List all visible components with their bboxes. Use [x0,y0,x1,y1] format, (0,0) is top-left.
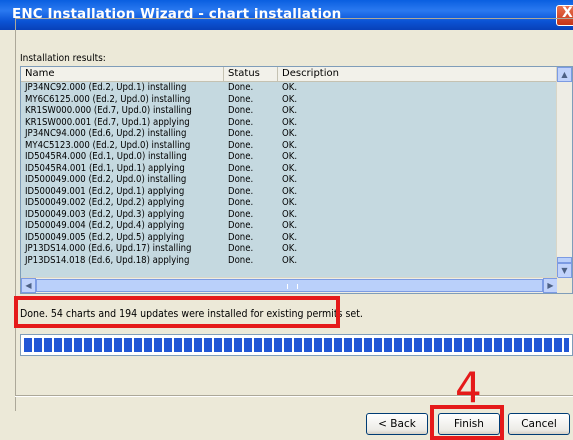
grip-icon [287,284,298,289]
cell-status: Done. [228,220,254,231]
cell-desc: OK. [282,220,298,231]
table-row[interactable]: KR1SW000.001 (Ed.7, Upd.1) applying Done.… [21,117,558,129]
cell-name: ID500049.000 (Ed.2, Upd.0) installing [25,174,187,185]
table-row[interactable]: ID500049.000 (Ed.2, Upd.0) installing Don… [21,174,558,186]
highlight-status-box [14,296,340,328]
table-row[interactable]: MY6C6125.000 (Ed.2, Upd.0) installing Don… [21,94,558,106]
scroll-right-icon[interactable]: ▶ [543,278,558,293]
cell-desc: OK. [282,243,298,254]
horizontal-scroll-thumb[interactable] [36,279,543,292]
cell-desc: OK. [282,231,298,243]
cell-status: Done. [228,116,254,128]
list-header: Name Status Description [21,67,558,82]
results-list[interactable]: Name Status Description JP34NC92.000 (Ed… [20,66,573,294]
cell-name: JP13DS14.018 (Ed.6, Upd.18) applying [25,254,190,266]
table-row[interactable]: ID500049.001 (Ed.2, Upd.1) applying Done.… [21,186,558,198]
cell-desc: OK. [282,93,298,105]
table-row[interactable]: KR1SW000.000 (Ed.7, Upd.0) installing Don… [21,105,558,117]
cell-status: Done. [228,185,254,197]
cell-status: Done. [228,151,254,162]
cell-name: MY4C5123.000 (Ed.2, Upd.0) installing [25,139,191,151]
cell-name: ID5045R4.001 (Ed.1, Upd.1) applying [25,162,185,174]
cell-desc: OK. [282,105,298,116]
button-separator [15,395,573,397]
cell-desc: OK. [282,162,298,174]
column-header-description[interactable]: Description [278,67,558,81]
cell-status: Done. [228,243,254,254]
cell-name: ID500049.002 (Ed.2, Upd.2) applying [25,197,185,208]
table-row[interactable]: ID5045R4.000 (Ed.1, Upd.0) installing Don… [21,151,558,163]
cell-status: Done. [228,162,254,174]
table-row[interactable]: JP13DS14.018 (Ed.6, Upd.18) applying Done… [21,255,558,267]
cell-status: Done. [228,105,254,116]
column-header-status[interactable]: Status [224,67,278,81]
cell-name: KR1SW000.001 (Ed.7, Upd.1) applying [25,116,190,128]
cell-desc: OK. [282,116,298,128]
cell-status: Done. [228,139,254,151]
table-row[interactable]: JP13DS14.000 (Ed.6, Upd.17) installing Do… [21,243,558,255]
scroll-corner [557,278,572,293]
cell-status: Done. [228,93,254,105]
step-number-annotation: 4 [455,363,482,412]
cell-status: Done. [228,254,254,266]
progress-bar [20,334,573,356]
cell-name: JP13DS14.000 (Ed.6, Upd.17) installing [25,243,192,254]
scroll-left-icon[interactable]: ◀ [21,278,36,293]
cell-status: Done. [228,82,254,93]
table-row[interactable]: ID500049.004 (Ed.2, Upd.4) applying Done.… [21,220,558,232]
scroll-down-icon[interactable]: ▼ [557,263,572,278]
scroll-up-icon[interactable]: ▲ [557,67,572,82]
cell-name: JP34NC94.000 (Ed.6, Upd.2) installing [25,128,187,139]
cell-desc: OK. [282,254,298,266]
vertical-scrollbar[interactable]: ▲ ▼ [556,67,572,278]
cell-name: ID500049.001 (Ed.2, Upd.1) applying [25,185,185,197]
progress-fill [24,338,569,352]
cancel-button[interactable]: Cancel [508,413,570,435]
cell-name: KR1SW000.000 (Ed.7, Upd.0) installing [25,105,192,116]
table-row[interactable]: MY4C5123.000 (Ed.2, Upd.0) installing Don… [21,140,558,152]
cell-desc: OK. [282,128,298,139]
cell-desc: OK. [282,151,298,162]
table-row[interactable]: JP34NC92.000 (Ed.2, Upd.1) installing Don… [21,82,558,94]
table-row[interactable]: ID500049.003 (Ed.2, Upd.3) applying Done.… [21,209,558,221]
cell-name: JP34NC92.000 (Ed.2, Upd.1) installing [25,82,187,93]
cell-status: Done. [228,174,254,185]
cell-name: MY6C6125.000 (Ed.2, Upd.0) installing [25,93,191,105]
cell-name: ID5045R4.000 (Ed.1, Upd.0) installing [25,151,187,162]
table-row[interactable]: ID500049.005 (Ed.2, Upd.5) applying Done.… [21,232,558,244]
column-header-name[interactable]: Name [21,67,224,81]
highlight-finish-box [430,405,504,440]
cell-name: ID500049.005 (Ed.2, Upd.5) applying [25,231,185,243]
cell-status: Done. [228,197,254,208]
cell-status: Done. [228,208,254,220]
cell-status: Done. [228,231,254,243]
cell-desc: OK. [282,208,298,220]
cell-desc: OK. [282,139,298,151]
cell-name: ID500049.003 (Ed.2, Upd.3) applying [25,208,185,220]
cell-name: ID500049.004 (Ed.2, Upd.4) applying [25,220,185,231]
cell-desc: OK. [282,185,298,197]
cell-desc: OK. [282,82,298,93]
table-row[interactable]: JP34NC94.000 (Ed.6, Upd.2) installing Don… [21,128,558,140]
table-row[interactable]: ID500049.002 (Ed.2, Upd.2) applying Done.… [21,197,558,209]
cell-status: Done. [228,128,254,139]
cell-desc: OK. [282,174,298,185]
cell-desc: OK. [282,197,298,208]
table-row[interactable]: ID5045R4.001 (Ed.1, Upd.1) applying Done.… [21,163,558,175]
results-rows: JP34NC92.000 (Ed.2, Upd.1) installing Don… [21,82,558,266]
horizontal-scrollbar[interactable]: ◀ ▶ [21,277,558,293]
back-button[interactable]: < Back [366,413,428,435]
results-label: Installation results: [20,53,106,64]
